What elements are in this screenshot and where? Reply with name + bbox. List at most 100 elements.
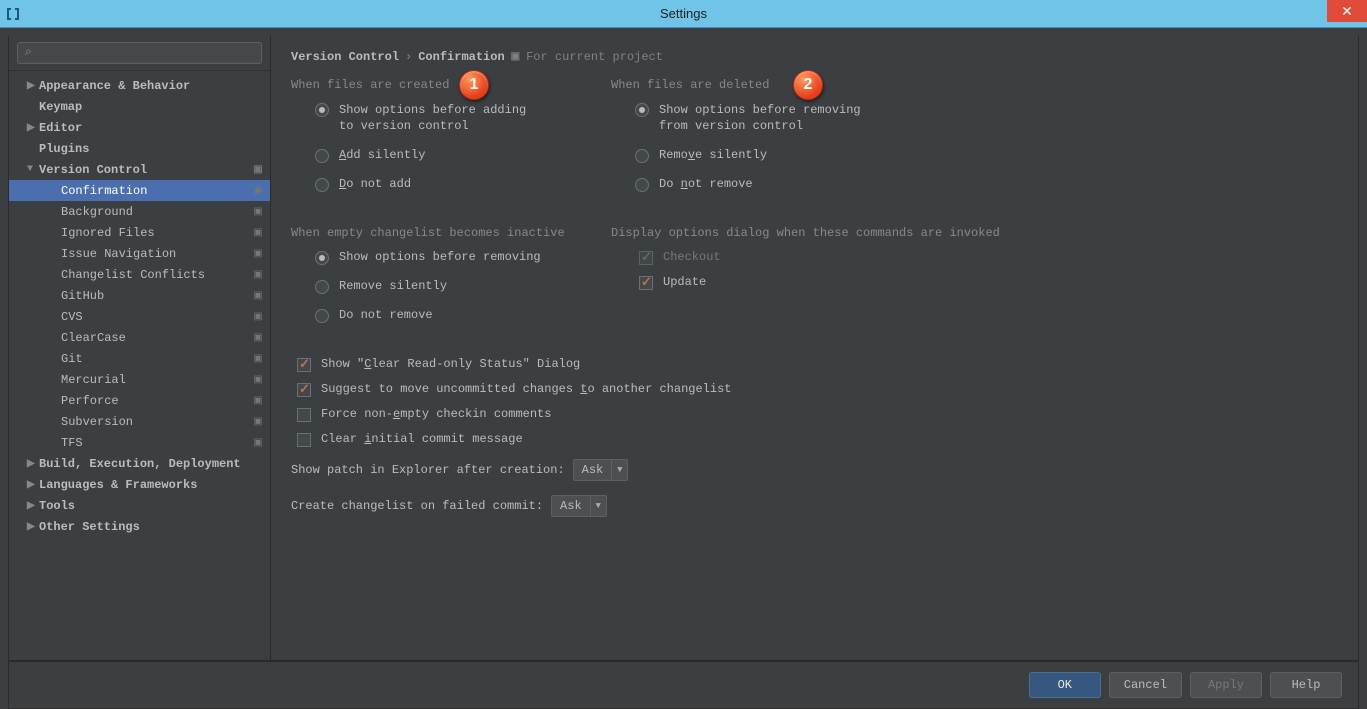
sidebar-item[interactable]: Changelist Conflicts▣ (9, 264, 270, 285)
settings-sidebar: ⌕ ▶Appearance & BehaviorKeymap▶EditorPlu… (9, 36, 271, 660)
checkbox-icon (297, 408, 311, 422)
sidebar-item[interactable]: ▶Languages & Frameworks (9, 474, 270, 495)
window-title: Settings (0, 6, 1367, 21)
radio-do-not-remove[interactable]: Do not remove (635, 177, 891, 192)
sidebar-item-label: Build, Execution, Deployment (39, 457, 241, 471)
project-scope-icon: ▣ (252, 437, 264, 449)
chevron-down-icon: ▼ (590, 496, 606, 516)
check-clear-initial-commit-msg[interactable]: Clear initial commit message (297, 432, 1338, 447)
sidebar-item-label: Background (61, 205, 133, 219)
project-scope-icon: ▣ (252, 332, 264, 344)
patch-explorer-select[interactable]: Ask ▼ (573, 459, 629, 481)
project-scope-icon: ▣ (252, 311, 264, 323)
apply-button[interactable]: Apply (1190, 672, 1262, 698)
radio-empty-do-not-remove[interactable]: Do not remove (315, 308, 571, 323)
patch-explorer-label: Show patch in Explorer after creation: (291, 463, 565, 477)
sidebar-item[interactable]: Keymap (9, 96, 270, 117)
sidebar-item-label: Languages & Frameworks (39, 478, 197, 492)
radio-show-options-remove[interactable]: Show options before removing from versio… (635, 102, 891, 134)
sidebar-item[interactable]: Background▣ (9, 201, 270, 222)
sidebar-item-label: GitHub (61, 289, 104, 303)
sidebar-item-label: Confirmation (61, 184, 147, 198)
sidebar-item[interactable]: Mercurial ▣ (9, 369, 270, 390)
sidebar-item-label: TFS (61, 436, 83, 450)
checkbox-icon (297, 383, 311, 397)
sidebar-item-label: Perforce (61, 394, 119, 408)
sidebar-item[interactable]: Git ▣ (9, 348, 270, 369)
project-scope-icon: ▣ (252, 353, 264, 365)
sidebar-item-label: Editor (39, 121, 82, 135)
chevron-right-icon: ▶ (27, 122, 39, 134)
sidebar-item[interactable]: ▶Tools (9, 495, 270, 516)
section-title: When files are created (291, 78, 571, 92)
radio-empty-remove-silently[interactable]: Remove silently (315, 279, 571, 294)
app-logo-icon (0, 0, 26, 28)
section-display-options-invoke: Display options dialog when these comman… (611, 226, 1000, 337)
sidebar-item[interactable]: Ignored Files▣ (9, 222, 270, 243)
sidebar-item[interactable]: Plugins (9, 138, 270, 159)
ok-button[interactable]: OK (1029, 672, 1101, 698)
project-scope-icon: ▣ (252, 395, 264, 407)
sidebar-item-label: ClearCase (61, 331, 126, 345)
sidebar-item-label: Issue Navigation (61, 247, 176, 261)
project-scope-icon: ▣ (252, 185, 264, 197)
dialog-footer: OK Cancel Apply Help (8, 661, 1359, 709)
radio-remove-silently[interactable]: Remove silently (635, 148, 891, 163)
radio-icon (315, 149, 329, 163)
radio-add-silently[interactable]: Add silently (315, 148, 571, 163)
sidebar-item[interactable]: ▶Build, Execution, Deployment (9, 453, 270, 474)
chevron-down-icon: ▼ (27, 164, 39, 175)
project-scope-icon: ▣ (252, 269, 264, 281)
radio-icon (315, 178, 329, 192)
sidebar-item-label: Keymap (39, 100, 82, 114)
sidebar-item[interactable]: ▶Editor (9, 117, 270, 138)
sidebar-item-label: Appearance & Behavior (39, 79, 190, 93)
radio-icon (635, 103, 649, 117)
chevron-down-icon: ▼ (611, 460, 627, 480)
check-checkout[interactable]: Checkout (639, 250, 1000, 265)
chevron-right-icon: ▶ (27, 479, 39, 491)
sidebar-item[interactable]: ▼Version Control▣ (9, 159, 270, 180)
sidebar-item[interactable]: ClearCase ▣ (9, 327, 270, 348)
chevron-right-icon: ▶ (27, 500, 39, 512)
sidebar-item[interactable]: ▶Other Settings (9, 516, 270, 537)
project-scope-icon: ▣ (252, 374, 264, 386)
sidebar-item[interactable]: ▶Appearance & Behavior (9, 75, 270, 96)
failed-commit-select[interactable]: Ask ▼ (551, 495, 607, 517)
sidebar-item[interactable]: TFS ▣ (9, 432, 270, 453)
settings-tree: ▶Appearance & BehaviorKeymap▶EditorPlugi… (9, 71, 270, 660)
sidebar-item-label: Plugins (39, 142, 89, 156)
radio-icon (315, 103, 329, 117)
sidebar-item[interactable]: Confirmation ▣ (9, 180, 270, 201)
settings-content: Version Control › Confirmation ▣ For cur… (271, 36, 1358, 660)
window-close-button[interactable]: ✕ (1327, 0, 1367, 22)
sidebar-item-label: Subversion (61, 415, 133, 429)
breadcrumb-leaf: Confirmation (418, 50, 504, 64)
failed-commit-label: Create changelist on failed commit: (291, 499, 543, 513)
sidebar-item[interactable]: GitHub▣ (9, 285, 270, 306)
radio-icon (315, 251, 329, 265)
sidebar-item[interactable]: Subversion▣ (9, 411, 270, 432)
section-title: When empty changelist becomes inactive (291, 226, 571, 240)
checkbox-icon (639, 251, 653, 265)
sidebar-item[interactable]: Issue Navigation▣ (9, 243, 270, 264)
section-title: Display options dialog when these comman… (611, 226, 1000, 240)
check-force-nonempty-comments[interactable]: Force non-empty checkin comments (297, 407, 1338, 422)
radio-empty-show-options[interactable]: Show options before removing (315, 250, 571, 265)
sidebar-item-label: Git (61, 352, 83, 366)
radio-show-options-add[interactable]: Show options before adding to version co… (315, 102, 571, 134)
radio-do-not-add[interactable]: Do not add (315, 177, 571, 192)
cancel-button[interactable]: Cancel (1109, 672, 1182, 698)
sidebar-item-label: Mercurial (61, 373, 126, 387)
chevron-right-icon: ▶ (27, 521, 39, 533)
radio-icon (635, 178, 649, 192)
help-button[interactable]: Help (1270, 672, 1342, 698)
check-update[interactable]: Update (639, 275, 1000, 290)
chevron-right-icon: ▶ (27, 80, 39, 92)
check-suggest-move-changes[interactable]: Suggest to move uncommitted changes to a… (297, 382, 1338, 397)
check-clear-readonly-dialog[interactable]: Show "Clear Read-only Status" Dialog (297, 357, 1338, 372)
sidebar-item[interactable]: Perforce ▣ (9, 390, 270, 411)
sidebar-item[interactable]: CVS▣ (9, 306, 270, 327)
search-input[interactable] (17, 42, 262, 64)
breadcrumb: Version Control › Confirmation ▣ For cur… (291, 50, 1338, 64)
